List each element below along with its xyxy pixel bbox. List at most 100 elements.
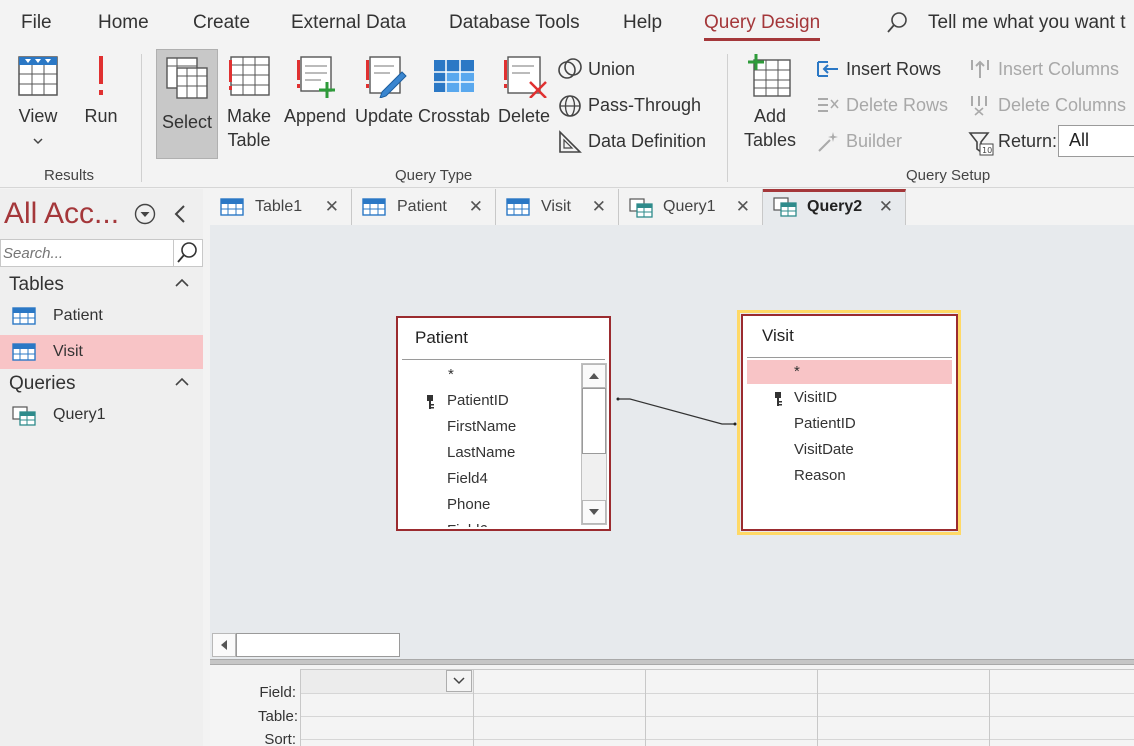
close-tab-icon[interactable]: ✕: [592, 189, 606, 225]
make-table-label-2: Table: [227, 130, 271, 150]
search-icon: [177, 242, 197, 263]
delete-columns-button[interactable]: Delete Columns: [968, 91, 1126, 119]
field-item[interactable]: Reason: [743, 464, 952, 488]
add-tables-label-1: Add: [753, 106, 787, 126]
query-icon: [12, 406, 36, 426]
delete-query-button[interactable]: Delete: [496, 54, 552, 134]
nav-item-patient[interactable]: Patient: [0, 299, 203, 333]
ribbon-separator: [727, 54, 728, 182]
menu-database-tools[interactable]: Database Tools: [449, 12, 580, 34]
data-definition-button[interactable]: Data Definition: [558, 127, 706, 155]
field-item[interactable]: FirstName: [398, 415, 578, 439]
menu-file[interactable]: File: [21, 12, 52, 34]
nav-item-label: Query1: [53, 406, 106, 423]
delete-rows-label: Delete Rows: [846, 95, 949, 115]
insert-columns-button[interactable]: Insert Columns: [968, 55, 1119, 83]
pass-through-button[interactable]: Pass-Through: [558, 91, 701, 119]
add-tables-button[interactable]: Add Tables: [740, 54, 800, 154]
insert-rows-label: Insert Rows: [846, 59, 942, 79]
menu-home[interactable]: Home: [98, 12, 149, 34]
scroll-thumb[interactable]: [236, 633, 400, 657]
scroll-thumb[interactable]: [582, 388, 606, 454]
menu-external-data[interactable]: External Data: [291, 12, 406, 34]
append-label: Append: [283, 106, 347, 126]
menu-create[interactable]: Create: [193, 12, 250, 34]
field-list-visit[interactable]: Visit * VisitID PatientID VisitDate Reas…: [741, 314, 958, 531]
field-name: PatientID: [447, 392, 509, 409]
grid-row-label: Table:: [258, 708, 299, 725]
field-item[interactable]: PatientID: [398, 389, 578, 413]
shutter-bar-close-icon[interactable]: [172, 203, 188, 225]
field-item[interactable]: Field4: [398, 467, 578, 491]
select-query-button[interactable]: Select: [156, 49, 218, 159]
run-button[interactable]: Run: [80, 54, 122, 134]
table-icon: [12, 307, 36, 325]
join-line[interactable]: [610, 389, 740, 439]
navigation-pane: All Acc... Tables Patient: [0, 189, 203, 746]
crosstab-button[interactable]: Crosstab: [418, 54, 490, 134]
return-select[interactable]: All: [1058, 125, 1134, 157]
nav-pane-title[interactable]: All Acc...: [4, 197, 119, 231]
scroll-left-button[interactable]: [212, 633, 236, 657]
field-item[interactable]: LastName: [398, 441, 578, 465]
delete-rows-icon: [818, 98, 839, 112]
make-table-button[interactable]: Make Table: [222, 54, 276, 154]
nav-menu-dropdown-icon[interactable]: [134, 203, 156, 225]
triangle-up-icon: [589, 373, 599, 379]
nav-item-label: Patient: [53, 307, 103, 324]
nav-search-input[interactable]: [3, 243, 173, 263]
grid-column-line: [300, 669, 301, 746]
grid-column-line: [817, 669, 818, 746]
nav-item-visit[interactable]: Visit: [0, 335, 203, 369]
nav-item-query1[interactable]: Query1: [0, 398, 203, 432]
field-list-scrollbar[interactable]: [581, 363, 607, 525]
field-item[interactable]: VisitID: [743, 386, 952, 410]
close-tab-icon[interactable]: ✕: [879, 192, 893, 222]
triangle-left-icon: [221, 640, 227, 650]
field-item-selected[interactable]: *: [747, 360, 952, 384]
nav-group-tables[interactable]: Tables: [0, 270, 203, 300]
tab-query1[interactable]: Query1 ✕: [619, 189, 763, 225]
nav-search-button[interactable]: [173, 240, 202, 266]
scroll-down-button[interactable]: [582, 500, 606, 524]
tab-query2[interactable]: Query2 ✕: [763, 189, 906, 225]
grid-row-line: [300, 739, 1134, 740]
tab-patient[interactable]: Patient ✕: [352, 189, 496, 225]
menu-query-design[interactable]: Query Design: [704, 12, 821, 41]
view-button[interactable]: View: [10, 54, 66, 154]
tab-label: Patient: [397, 198, 447, 215]
field-item[interactable]: Phone: [398, 493, 578, 517]
field-dropdown-button[interactable]: [446, 670, 472, 692]
primary-key-icon: [775, 392, 782, 406]
builder-button[interactable]: Builder: [816, 127, 902, 155]
insert-rows-icon: [817, 61, 838, 77]
diagram-horizontal-scrollbar[interactable]: [210, 631, 1134, 659]
nav-search-box: [0, 239, 203, 267]
field-list-patient[interactable]: Patient * PatientID FirstName LastName F…: [396, 316, 611, 531]
grid-row-label: Field:: [259, 684, 296, 701]
nav-group-queries[interactable]: Queries: [0, 369, 203, 399]
close-tab-icon[interactable]: ✕: [736, 189, 750, 225]
insert-columns-label: Insert Columns: [998, 59, 1120, 79]
data-definition-label: Data Definition: [588, 131, 707, 151]
tab-visit[interactable]: Visit ✕: [496, 189, 619, 225]
tab-label: Visit: [541, 198, 571, 215]
insert-rows-button[interactable]: Insert Rows: [816, 55, 941, 83]
tab-table1[interactable]: Table1 ✕: [210, 189, 352, 225]
svg-text:10: 10: [982, 146, 992, 155]
select-query-icon: [166, 57, 208, 99]
field-item[interactable]: PatientID: [743, 412, 952, 436]
union-button[interactable]: Union: [558, 55, 635, 83]
close-tab-icon[interactable]: ✕: [469, 189, 483, 225]
append-button[interactable]: Append: [282, 54, 348, 134]
field-item[interactable]: Field6: [398, 519, 578, 527]
grid-column-line: [473, 669, 474, 746]
delete-query-icon: [504, 56, 547, 98]
delete-rows-button[interactable]: Delete Rows: [816, 91, 948, 119]
update-button[interactable]: Update: [352, 54, 416, 134]
menu-help[interactable]: Help: [623, 12, 662, 34]
close-tab-icon[interactable]: ✕: [325, 189, 339, 225]
field-item[interactable]: VisitDate: [743, 438, 952, 462]
scroll-up-button[interactable]: [582, 364, 606, 388]
field-item[interactable]: *: [398, 363, 578, 387]
